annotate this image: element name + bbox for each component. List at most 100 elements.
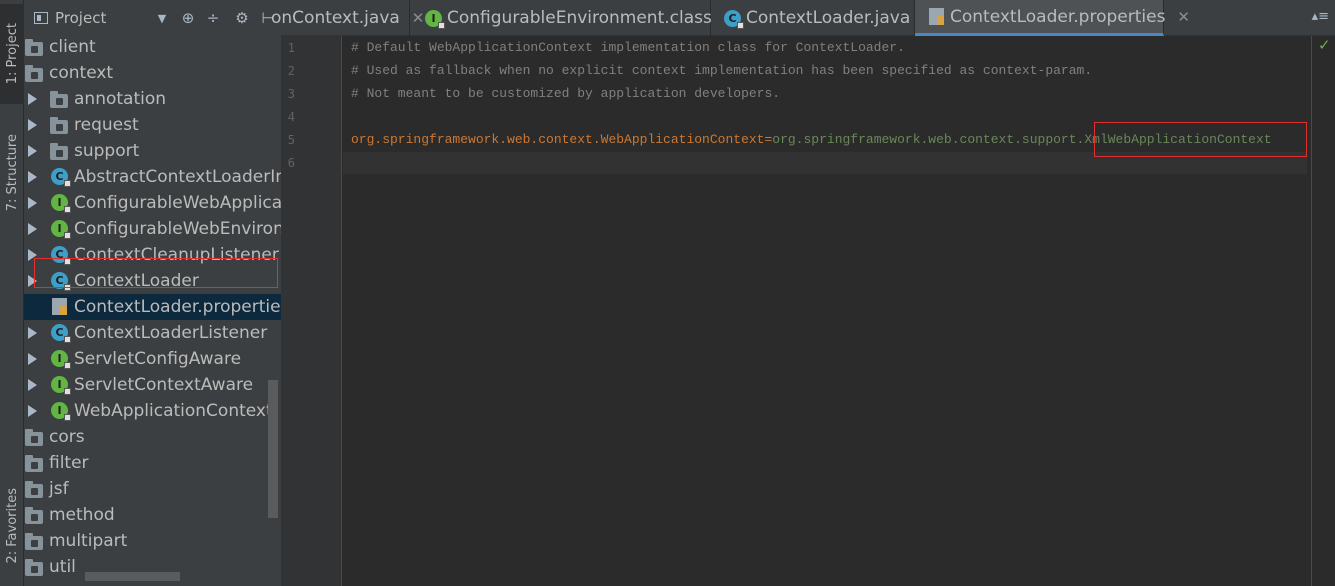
tree-item[interactable]: context <box>24 60 281 86</box>
structure-tool-tab-label: 7: Structure <box>4 134 20 212</box>
project-panel-title[interactable]: Project <box>55 9 155 27</box>
tab-list-menu-icon[interactable]: ▴≡ <box>1312 9 1329 24</box>
tree-item-label: ContextLoaderListener <box>74 323 268 343</box>
line-number: 1 <box>287 41 295 55</box>
folder-icon <box>25 507 43 524</box>
expand-arrow-icon[interactable] <box>28 353 37 365</box>
lock-icon <box>64 206 71 213</box>
project-panel: Project ▼ ⊕ ÷ ⚙ ⊢ client context annotatio… <box>24 0 281 586</box>
comment-text: # Used as fallback when no explicit cont… <box>351 63 1093 78</box>
selection-highlight-box <box>34 258 278 288</box>
tree-item-label: AbstractContextLoaderInitia <box>74 167 281 187</box>
collapse-all-icon[interactable]: ÷ <box>201 9 225 27</box>
editor-tab-label: onContext.java <box>271 8 400 28</box>
project-panel-header: Project ▼ ⊕ ÷ ⚙ ⊢ <box>24 0 281 36</box>
favorites-tool-tab[interactable]: 2: Favorites <box>0 470 24 582</box>
folder-icon <box>25 65 43 82</box>
editor-tab[interactable]: CContextLoader.java✕ <box>711 0 935 36</box>
expand-arrow-icon[interactable] <box>28 145 37 157</box>
folder-icon <box>25 429 43 446</box>
tree-item[interactable]: ContextLoader.properties <box>24 294 281 320</box>
tree-item[interactable]: I ConfigurableWebApplicatio <box>24 190 281 216</box>
code-line-1: # Default WebApplicationContext implemen… <box>351 37 905 59</box>
horizontal-scrollbar[interactable] <box>85 572 180 581</box>
gear-icon[interactable]: ⚙ <box>225 9 259 27</box>
expand-arrow-icon[interactable] <box>28 119 37 131</box>
check-icon: ✓ <box>1318 36 1331 54</box>
folder-icon <box>25 533 43 550</box>
editor-tab[interactable]: ContextLoader.properties ✕ <box>915 0 1190 36</box>
property-key: org.springframework.web.context.WebAppli… <box>351 132 765 147</box>
tab-file-icon: I <box>425 9 445 29</box>
tree-item[interactable]: method <box>24 502 281 528</box>
line-number-gutter: 1 2 3 4 5 6 <box>281 36 342 586</box>
tree-item[interactable]: I ServletContextAware <box>24 372 281 398</box>
interface-icon: I <box>51 376 71 395</box>
tree-item-label: ContextLoader.properties <box>74 297 281 317</box>
class-icon: C <box>51 168 71 187</box>
tree-item[interactable]: filter <box>24 450 281 476</box>
tree-item[interactable]: I ConfigurableWebEnvironm <box>24 216 281 242</box>
tree-item-label: multipart <box>49 531 128 551</box>
class-icon: C <box>51 324 71 343</box>
tree-item[interactable]: CAbstractContextLoaderInitia <box>24 164 281 190</box>
lock-icon <box>64 388 71 395</box>
close-tab-icon[interactable]: ✕ <box>1177 8 1190 26</box>
tree-item-label: request <box>74 115 139 135</box>
expand-arrow-icon[interactable] <box>28 379 37 391</box>
folder-icon <box>50 117 68 134</box>
properties-file-icon <box>929 8 944 25</box>
code-line-3: # Not meant to be customized by applicat… <box>351 83 780 105</box>
tree-item[interactable]: I ServletConfigAware <box>24 346 281 372</box>
editor-tab[interactable]: IConfigurableEnvironment.class✕ <box>412 0 736 36</box>
tree-item-label: ServletContextAware <box>74 375 254 395</box>
tree-item-label: annotation <box>74 89 167 109</box>
expand-arrow-icon[interactable] <box>28 327 37 339</box>
tree-item[interactable]: I WebApplicationContext <box>24 398 281 424</box>
tree-item[interactable]: jsf <box>24 476 281 502</box>
expand-arrow-icon[interactable] <box>28 171 37 183</box>
editor-tab-label: ContextLoader.properties <box>950 6 1166 27</box>
tree-item-label: ConfigurableWebEnvironm <box>74 219 281 239</box>
tree-item[interactable]: annotation <box>24 86 281 112</box>
line-number: 2 <box>287 64 295 78</box>
tree-item-label: cors <box>49 427 85 447</box>
folder-icon <box>25 481 43 498</box>
editor-tab[interactable]: onContext.java ✕ <box>271 0 424 36</box>
folder-icon <box>25 559 43 576</box>
expand-arrow-icon[interactable] <box>28 405 37 417</box>
code-editor[interactable]: # Default WebApplicationContext implemen… <box>343 36 1311 586</box>
tree-item[interactable]: client <box>24 34 281 60</box>
folder-icon <box>25 455 43 472</box>
property-value-prefix: org.springframework.web.context.support. <box>772 132 1085 147</box>
lock-icon <box>64 414 71 421</box>
line-number: 3 <box>287 87 295 101</box>
tree-item-label: ConfigurableWebApplicatio <box>74 193 281 213</box>
folder-icon <box>50 143 68 160</box>
interface-icon: I <box>51 402 71 421</box>
vertical-scrollbar[interactable] <box>268 380 278 518</box>
class-icon: C <box>724 9 744 29</box>
tree-item-label: jsf <box>49 479 69 499</box>
lock-icon <box>64 180 71 187</box>
expand-arrow-icon[interactable] <box>28 197 37 209</box>
view-dropdown-icon[interactable]: ▼ <box>155 12 169 25</box>
project-tool-tab[interactable]: 1: Project <box>0 4 24 104</box>
expand-arrow-icon[interactable] <box>28 93 37 105</box>
tree-item[interactable]: support <box>24 138 281 164</box>
line-number: 6 <box>287 156 295 170</box>
locate-file-icon[interactable]: ⊕ <box>175 9 201 27</box>
lock-icon <box>64 232 71 239</box>
structure-tool-tab[interactable]: 7: Structure <box>0 118 24 228</box>
tree-item[interactable]: C ContextLoaderListener <box>24 320 281 346</box>
tree-item[interactable]: request <box>24 112 281 138</box>
tree-item-label: WebApplicationContext <box>74 401 273 421</box>
lock-icon <box>64 362 71 369</box>
line-number: 4 <box>287 110 295 124</box>
tree-item[interactable]: cors <box>24 424 281 450</box>
tool-window-strip: 1: Project 7: Structure 2: Favorites <box>0 0 24 586</box>
expand-arrow-icon[interactable] <box>28 223 37 235</box>
tree-item-label: context <box>49 63 114 83</box>
tree-item[interactable]: multipart <box>24 528 281 554</box>
comment-text: # Default WebApplicationContext implemen… <box>351 40 905 55</box>
